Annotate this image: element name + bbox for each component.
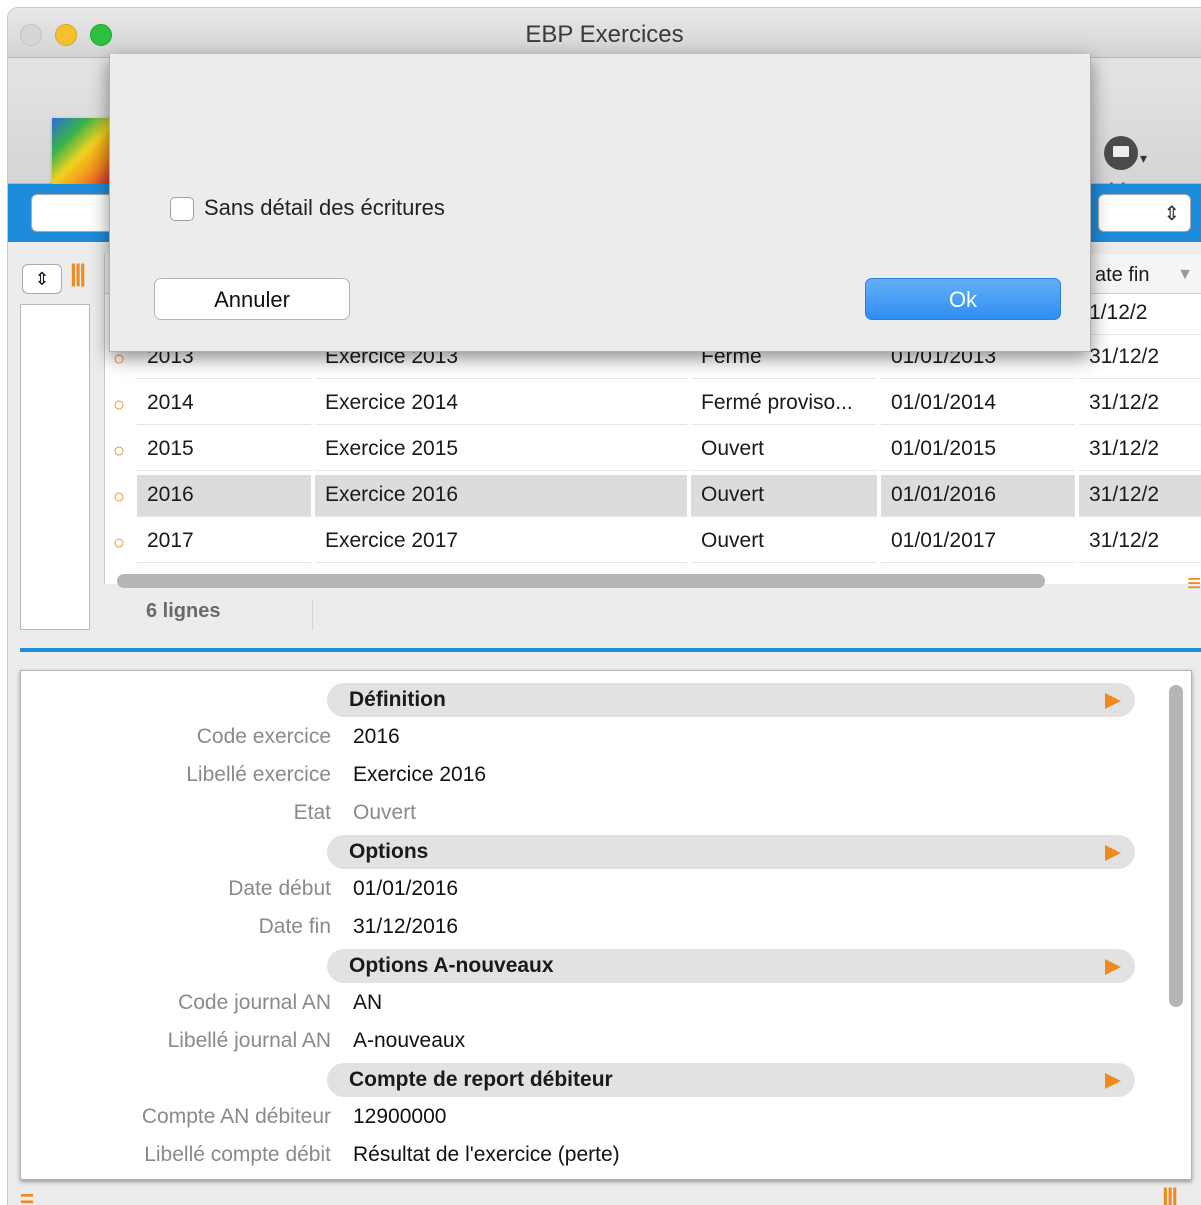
cell-code: 2017 [137,521,311,563]
main-window: EBP Exercices ST ▾ Vues ⇕ ⇕ ||| ate fin … [8,8,1201,1205]
panel-menu-icon[interactable]: = [20,1186,34,1205]
cell-code: 2014 [137,383,311,425]
cell-start: 01/01/2017 [881,521,1075,563]
cell-end: 31/12/2 [1079,475,1201,517]
pane-splitter[interactable] [20,648,1201,652]
side-stepper[interactable]: ⇕ [22,264,62,294]
filter-combo-right[interactable]: ⇕ [1098,194,1191,232]
views-display-icon[interactable] [1104,136,1138,170]
row-bullet-icon: ○ [113,532,126,554]
field-value[interactable]: A-nouveaux [353,1029,465,1053]
filter-combo-left[interactable] [31,194,121,232]
cell-state: Ouvert [691,475,877,517]
cell-end: 31/12/2 [1079,521,1201,563]
footer-divider [312,600,313,630]
section-title: Options [349,840,429,863]
cell-code: 2016 [137,475,311,517]
ok-button[interactable]: Ok [865,278,1061,320]
row-bullet-icon: ○ [113,394,126,416]
cell-label: Exercice 2017 [315,521,687,563]
select-arrows-icon: ⇕ [1163,203,1180,225]
expand-arrow-icon[interactable] [1105,845,1121,861]
expand-arrow-icon[interactable] [1105,693,1121,709]
field-value: Ouvert [353,801,417,824]
section-definition[interactable]: Définition [327,683,1135,717]
row-bullet-icon: ○ [113,440,126,462]
section-options[interactable]: Options [327,835,1135,869]
views-caret-icon[interactable]: ▾ [1140,150,1147,167]
side-panel [20,304,90,630]
title-bar: EBP Exercices [8,8,1201,58]
cell-label: Exercice 2015 [315,429,687,471]
cell-label: Exercice 2016 [315,475,687,517]
expand-arrow-icon[interactable] [1105,1073,1121,1089]
options-dialog: Sans détail des écritures Annuler Ok [109,54,1091,352]
section-compte-report-debiteur[interactable]: Compte de report débiteur [327,1063,1135,1097]
field-label: Compte AN débiteur [141,1105,331,1128]
field-label: Date fin [258,915,331,938]
field-label: Libellé exercice [186,763,331,786]
expand-arrow-icon[interactable] [1105,959,1121,975]
cell-end: 1/12/2 [1079,293,1201,335]
cell-state: Ouvert [691,521,877,563]
detail-panel: Définition Code exercice 2016 Libellé ex… [20,670,1192,1180]
field-label: Libellé journal AN [167,1029,331,1052]
horizontal-scrollbar[interactable] [117,574,1045,588]
row-bullet-icon: ○ [113,486,126,508]
field-label: Code exercice [196,725,331,748]
section-title: Définition [349,688,446,711]
window-title: EBP Exercices [525,21,684,48]
field-value[interactable]: 31/12/2016 [353,915,458,939]
field-label: Libellé compte débit [144,1143,331,1166]
row-count: 6 lignes [146,600,221,622]
field-value[interactable]: 2016 [353,725,400,749]
vertical-scrollbar[interactable] [1169,685,1183,1007]
field-value[interactable]: AN [353,991,382,1015]
sans-detail-checkbox-label[interactable]: Sans détail des écritures [204,195,445,221]
panel-columns-icon[interactable]: ||| [1162,1184,1178,1205]
field-label: Date début [228,877,331,900]
cell-start: 01/01/2015 [881,429,1075,471]
table-row[interactable]: ○ 2017 Exercice 2017 Ouvert 01/01/2017 3… [105,520,1201,564]
field-label: Etat [293,801,331,824]
table-row[interactable]: ○ 2015 Exercice 2015 Ouvert 01/01/2015 3… [105,428,1201,472]
field-value[interactable]: Résultat de l'exercice (perte) [353,1143,620,1167]
cell-state: Ouvert [691,429,877,471]
cell-end: 31/12/2 [1079,429,1201,471]
list-menu-icon[interactable]: ≡ [1187,570,1201,598]
cell-state: Fermé proviso... [691,383,877,425]
field-label: Code journal AN [178,991,331,1014]
section-title: Options A-nouveaux [349,954,554,977]
section-options-a-nouveaux[interactable]: Options A-nouveaux [327,949,1135,983]
cancel-button[interactable]: Annuler [154,278,350,320]
cell-label: Exercice 2014 [315,383,687,425]
sans-detail-checkbox[interactable] [170,197,194,221]
field-value[interactable]: Exercice 2016 [353,763,486,787]
filter-icon[interactable]: ▼ [1177,266,1193,284]
field-value[interactable]: 12900000 [353,1105,446,1129]
section-title: Compte de report débiteur [349,1068,613,1091]
cell-end: 31/12/2 [1079,383,1201,425]
table-row[interactable]: ○ 2014 Exercice 2014 Fermé proviso... 01… [105,382,1201,426]
cell-code: 2015 [137,429,311,471]
columns-icon[interactable]: ||| [70,260,86,288]
field-value[interactable]: 01/01/2016 [353,877,458,901]
table-row-selected[interactable]: ○ 2016 Exercice 2016 Ouvert 01/01/2016 3… [105,474,1201,518]
cell-start: 01/01/2016 [881,475,1075,517]
cell-end: 31/12/2 [1079,337,1201,379]
cell-start: 01/01/2014 [881,383,1075,425]
column-header-date-fin[interactable]: ate fin [1095,264,1149,287]
